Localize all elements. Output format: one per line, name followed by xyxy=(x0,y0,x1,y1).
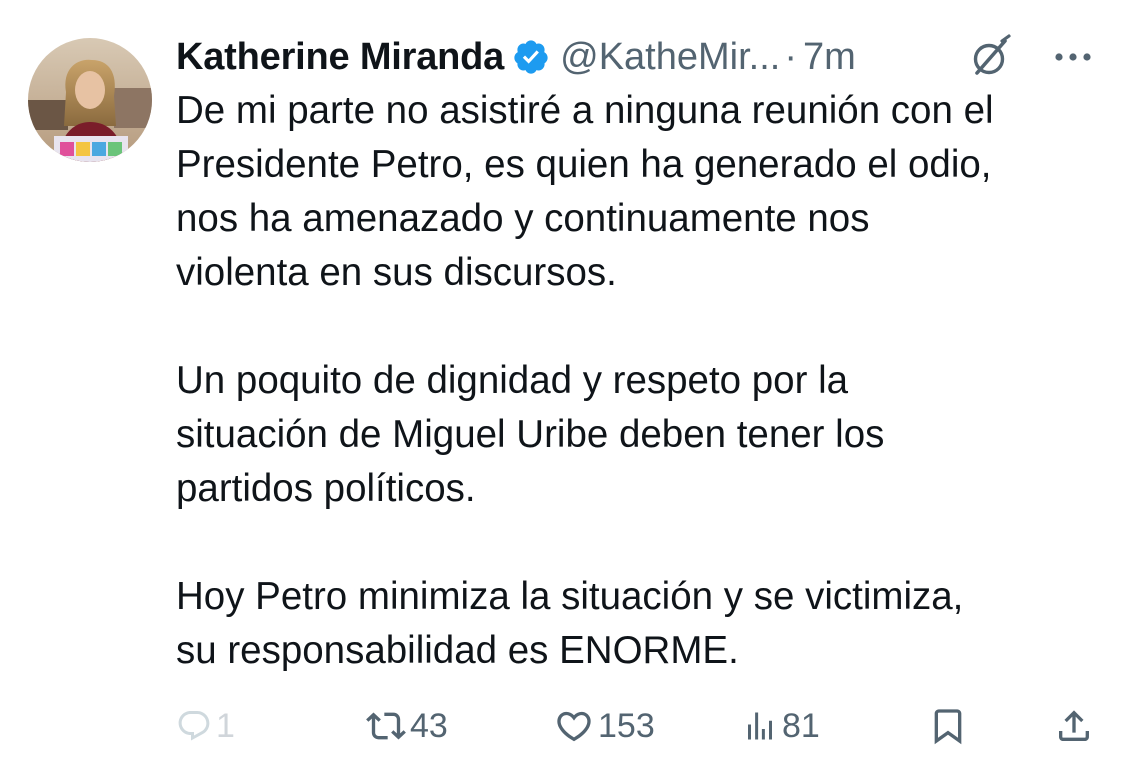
tweet-card[interactable]: Katherine Miranda @KatheMir... · 7m De m… xyxy=(0,0,1125,770)
time-separator: · xyxy=(784,35,797,78)
reply-button[interactable]: 1 xyxy=(176,700,235,752)
verified-badge-icon xyxy=(514,40,548,74)
tweet-timestamp[interactable]: 7m xyxy=(803,36,856,79)
more-options-icon[interactable] xyxy=(1048,40,1098,74)
reply-icon xyxy=(178,711,210,741)
like-count: 153 xyxy=(598,706,655,745)
display-name[interactable]: Katherine Miranda xyxy=(176,36,504,79)
views-icon xyxy=(748,712,772,740)
author-avatar[interactable] xyxy=(28,38,152,162)
tweet-text: De mi parte no asistiré a ninguna reunió… xyxy=(176,89,994,672)
repost-button[interactable]: 43 xyxy=(366,700,448,752)
views-button[interactable]: 81 xyxy=(742,700,820,752)
reply-count: 1 xyxy=(216,706,235,745)
share-icon xyxy=(1059,710,1089,741)
like-icon xyxy=(557,711,591,742)
bookmark-button[interactable] xyxy=(928,700,968,752)
views-count: 81 xyxy=(782,706,820,745)
bookmark-icon xyxy=(934,709,962,745)
tweet-header: Katherine Miranda @KatheMir... · 7m xyxy=(176,30,1106,84)
tweet-actions: 1 43 153 81 xyxy=(176,700,1096,752)
like-button[interactable]: 153 xyxy=(554,700,655,752)
repost-count: 43 xyxy=(410,706,448,745)
grok-icon[interactable] xyxy=(966,32,1016,82)
repost-icon xyxy=(366,712,406,740)
share-button[interactable] xyxy=(1054,700,1094,752)
author-handle[interactable]: @KatheMir... xyxy=(560,36,780,79)
